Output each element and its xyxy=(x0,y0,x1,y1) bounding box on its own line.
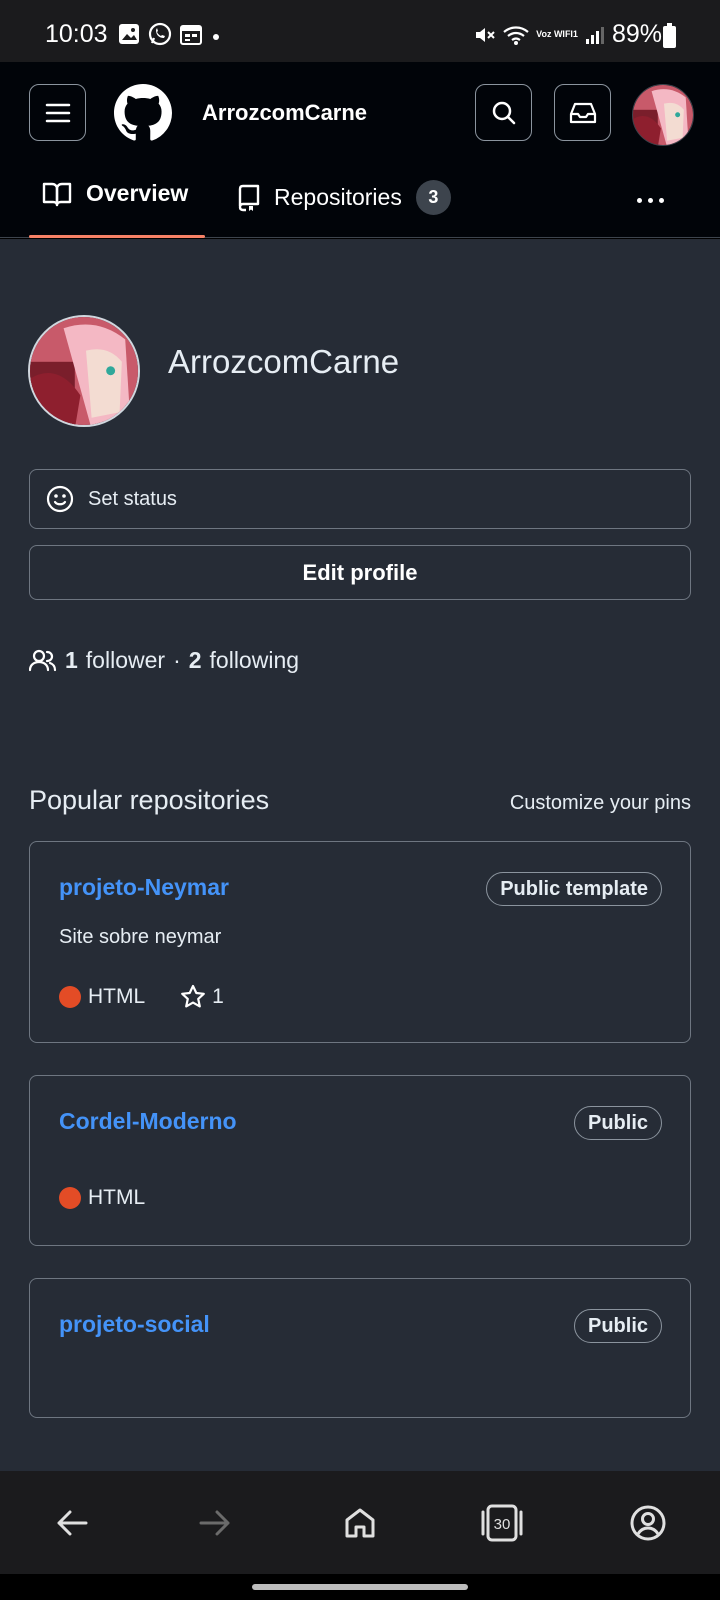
avatar-image xyxy=(633,85,693,145)
follow-separator: · xyxy=(173,647,181,673)
network-label: Voz WIFI1 xyxy=(536,29,578,39)
forward-button[interactable] xyxy=(193,1501,237,1545)
people-icon xyxy=(29,649,57,671)
repo-count-badge: 3 xyxy=(415,180,451,215)
notification-icons xyxy=(118,22,222,46)
repo-name-link[interactable]: projeto-Neymar xyxy=(59,874,229,901)
profile-main: ArrozcomCarne Set status Edit profile 1 … xyxy=(0,239,720,1471)
search-button[interactable] xyxy=(475,84,532,141)
status-bar: 10:03 Voz WIFI1 89% xyxy=(0,0,720,62)
gallery-icon xyxy=(119,24,139,44)
status-right: Voz WIFI1 89% xyxy=(474,20,662,49)
set-status-button[interactable]: Set status xyxy=(29,469,691,529)
search-icon xyxy=(492,101,515,124)
repo-meta: HTML xyxy=(59,1186,145,1210)
following-count[interactable]: 2 xyxy=(189,647,202,674)
more-options-button[interactable] xyxy=(637,198,664,203)
profile-name: ArrozcomCarne xyxy=(168,343,400,380)
mute-icon xyxy=(476,27,495,42)
tabs-icon: 30 xyxy=(481,1504,523,1542)
star-count: 1 xyxy=(212,985,224,1008)
tabs-button[interactable]: 30 xyxy=(480,1501,524,1545)
avatar[interactable] xyxy=(632,84,694,146)
repo-name-link[interactable]: projeto-social xyxy=(59,1311,210,1338)
battery-icon xyxy=(663,23,676,48)
repo-name-link[interactable]: Cordel-Moderno xyxy=(59,1108,237,1135)
battery-percent: 89% xyxy=(611,20,662,48)
following-label[interactable]: following xyxy=(210,647,300,674)
repo-icon xyxy=(238,184,260,211)
tab-repositories-label: Repositories xyxy=(274,184,402,210)
repo-card[interactable]: projeto-social Public xyxy=(29,1278,691,1418)
follow-stats: 1 follower · 2 following xyxy=(29,647,299,674)
profile-tabs: Overview Repositories 3 xyxy=(0,170,720,238)
tab-repositories[interactable]: Repositories 3 xyxy=(236,180,451,215)
smiley-icon xyxy=(46,485,74,513)
back-arrow-icon xyxy=(57,1510,88,1536)
app-header: ArrozcomCarne Overview Repositories 3 xyxy=(0,62,720,238)
menu-button[interactable] xyxy=(29,84,86,141)
avatar-image-large xyxy=(30,317,138,425)
repo-card[interactable]: projeto-Neymar Public template Site sobr… xyxy=(29,841,691,1043)
book-icon xyxy=(42,182,72,206)
set-status-label: Set status xyxy=(88,487,177,510)
edit-profile-button[interactable]: Edit profile xyxy=(29,545,691,600)
followers-label[interactable]: follower xyxy=(86,647,165,674)
menu-icon xyxy=(45,103,70,122)
gesture-area xyxy=(0,1574,720,1600)
followers-count[interactable]: 1 xyxy=(65,647,78,674)
tab-overview-label: Overview xyxy=(86,180,189,206)
language-color-dot xyxy=(59,1187,81,1209)
whatsapp-icon xyxy=(148,22,172,46)
popular-repos-title: Popular repositories xyxy=(29,785,270,815)
account-button[interactable] xyxy=(626,1501,670,1545)
visibility-badge: Public xyxy=(573,1106,662,1140)
dot-icon xyxy=(213,34,219,40)
gesture-bar[interactable] xyxy=(252,1584,468,1590)
inbox-button[interactable] xyxy=(554,84,611,141)
visibility-badge: Public template xyxy=(486,872,662,906)
active-tab-indicator xyxy=(29,235,205,238)
repo-language: HTML xyxy=(88,1186,146,1209)
home-button[interactable] xyxy=(338,1501,382,1545)
tab-count: 30 xyxy=(494,1516,511,1533)
status-time: 10:03 xyxy=(45,20,108,48)
back-button[interactable] xyxy=(50,1501,94,1545)
language-color-dot xyxy=(59,986,81,1008)
repo-card[interactable]: Cordel-Moderno Public HTML xyxy=(29,1075,691,1246)
customize-pins-link[interactable]: Customize your pins xyxy=(510,792,691,815)
browser-bottom-nav: 30 xyxy=(0,1471,720,1574)
home-icon xyxy=(345,1508,375,1538)
signal-icon xyxy=(585,26,604,44)
visibility-badge: Public xyxy=(573,1309,662,1343)
star-icon xyxy=(181,984,206,1008)
stars[interactable]: 1 xyxy=(180,984,224,1010)
repo-language: HTML xyxy=(88,985,146,1008)
inbox-icon xyxy=(569,102,596,123)
account-icon xyxy=(630,1505,666,1541)
tab-overview[interactable]: Overview xyxy=(42,180,188,207)
github-logo[interactable] xyxy=(114,84,172,142)
profile-avatar[interactable] xyxy=(28,315,140,427)
forward-arrow-icon xyxy=(199,1510,230,1536)
repo-meta: HTML 1 xyxy=(59,984,224,1010)
wifi-icon xyxy=(503,25,529,45)
repo-description: Site sobre neymar xyxy=(59,926,222,948)
header-title[interactable]: ArrozcomCarne xyxy=(202,100,367,126)
calendar-icon xyxy=(180,25,202,45)
